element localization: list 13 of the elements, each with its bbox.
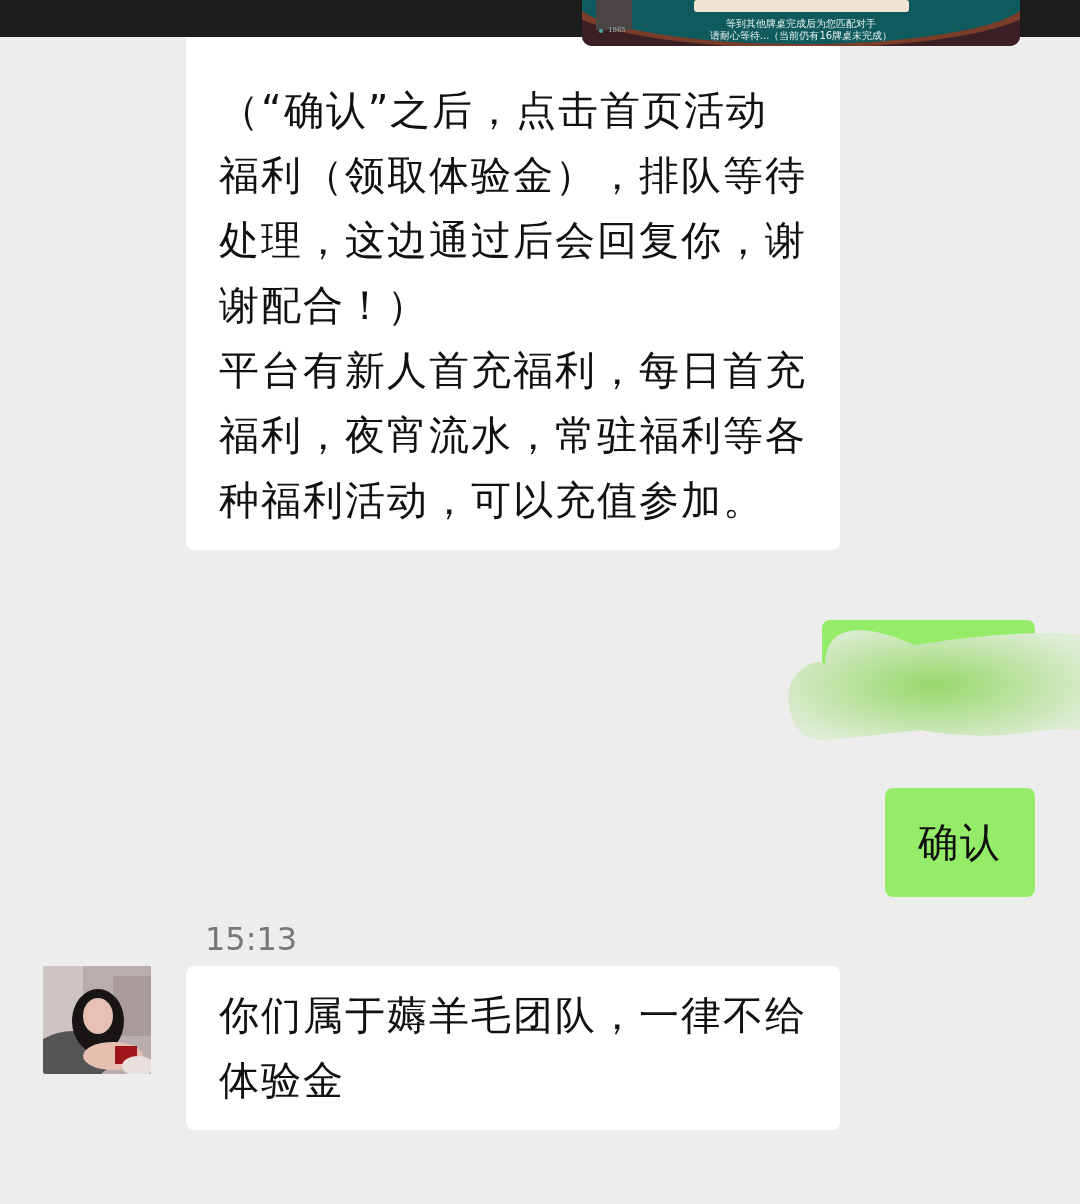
message-text: 体验金 (219, 1056, 345, 1105)
caption-text: 等到其他牌桌完成后为您匹配对手 (726, 18, 876, 30)
caption-text: 请耐心等待...（当前仍有16牌桌未完成） (709, 30, 893, 42)
timestamp: 15:13 (205, 919, 298, 959)
message-text: 种福利活动，可以充值参加。 (219, 476, 765, 525)
message-text: 处理，这边通过后会回复你，谢 (219, 216, 807, 265)
message-text: 确认 (918, 818, 1002, 867)
message-text: 平台有新人首充福利，每日首充 (219, 346, 807, 395)
message-text: 谢配合！） (219, 281, 429, 330)
message-text: 福利，夜宵流水，常驻福利等各 (219, 411, 807, 460)
message-text: 福利（领取体验金），排队等待 (219, 151, 807, 200)
message-text: （“确认”之后，点击首页活动 (219, 86, 769, 135)
message-text: 你们属于薅羊毛团队，一律不给 (219, 991, 807, 1040)
